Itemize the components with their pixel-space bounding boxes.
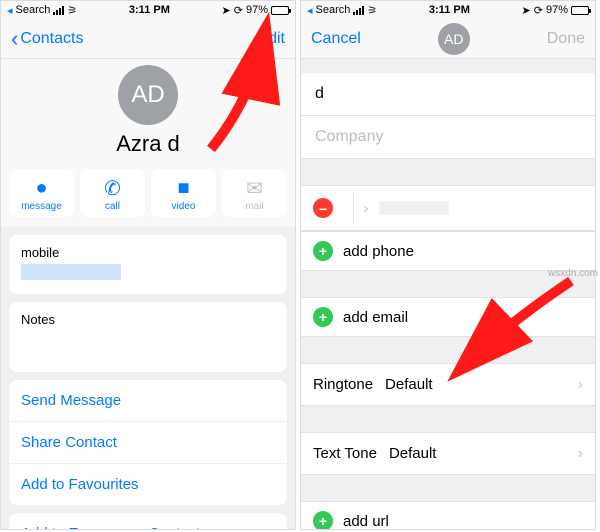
back-to-app-chevron[interactable]: ◂ (7, 4, 13, 17)
done-button[interactable]: Done (547, 30, 585, 48)
contact-header: AD Azra d (1, 59, 295, 169)
status-bar: ◂ Search ⚞ 3:11 PM ➤ ⟳ 97% (1, 1, 295, 19)
ringtone-value: Default (385, 376, 433, 393)
add-phone-label: add phone (343, 243, 414, 260)
edit-contact-screen: ◂ Search ⚞ 3:11 PM ➤ ⟳ 97% Cancel AD Don… (300, 0, 596, 530)
mail-button: ✉ mail (222, 169, 287, 217)
status-time: 3:11 PM (129, 4, 170, 16)
emergency-card: Add to Emergency Contacts (9, 513, 287, 530)
status-time: 3:11 PM (429, 4, 470, 16)
chevron-right-icon: › (364, 200, 369, 217)
last-name-field[interactable]: d (301, 73, 595, 116)
battery-icon (271, 6, 289, 15)
phone-icon: ✆ (80, 177, 145, 199)
rotation-lock-icon: ⟳ (234, 4, 243, 17)
rotation-lock-icon: ⟳ (534, 4, 543, 17)
message-button[interactable]: ● message (9, 169, 74, 217)
share-contact-row[interactable]: Share Contact (9, 421, 287, 463)
texttone-label: Text Tone (313, 445, 377, 462)
edit-button[interactable]: Edit (257, 30, 285, 48)
battery-icon (571, 6, 589, 15)
action-row: ● message ✆ call ■ video ✉ mail (1, 169, 295, 227)
back-label: Contacts (20, 30, 83, 48)
texttone-row[interactable]: Text Tone Default › (301, 432, 595, 475)
notes-card[interactable]: Notes (9, 302, 287, 372)
notes-label: Notes (21, 312, 275, 327)
phone-number-redacted (379, 201, 449, 215)
mobile-label: mobile (21, 245, 275, 260)
nav-bar: Cancel AD Done (301, 19, 595, 59)
back-to-app-label[interactable]: Search (316, 4, 351, 16)
video-label: video (151, 201, 216, 212)
send-message-row[interactable]: Send Message (9, 380, 287, 421)
battery-percent: 97% (246, 4, 268, 16)
cancel-button[interactable]: Cancel (311, 30, 361, 48)
cell-signal-icon (353, 6, 364, 15)
mail-label: mail (222, 201, 287, 212)
mail-icon: ✉ (222, 177, 287, 199)
ringtone-row[interactable]: Ringtone Default › (301, 363, 595, 406)
add-to-favourites-row[interactable]: Add to Favourites (9, 463, 287, 505)
add-icon: + (313, 241, 333, 261)
chevron-right-icon: › (578, 445, 583, 463)
mobile-number-redacted (21, 264, 121, 280)
message-label: message (9, 201, 74, 212)
back-to-app-chevron[interactable]: ◂ (307, 4, 313, 17)
back-to-app-label[interactable]: Search (16, 4, 51, 16)
add-email-row[interactable]: + add email (301, 297, 595, 337)
add-to-emergency-row[interactable]: Add to Emergency Contacts (9, 513, 287, 530)
wifi-icon: ⚞ (367, 4, 377, 17)
phone-card[interactable]: mobile (9, 235, 287, 294)
add-url-label: add url (343, 513, 389, 530)
avatar[interactable]: AD (118, 65, 178, 125)
location-icon: ➤ (222, 4, 231, 17)
add-email-label: add email (343, 309, 408, 326)
actions-card: Send Message Share Contact Add to Favour… (9, 380, 287, 505)
call-label: call (80, 201, 145, 212)
cell-signal-icon (53, 6, 64, 15)
call-button[interactable]: ✆ call (80, 169, 145, 217)
contact-name: Azra d (1, 131, 295, 157)
status-bar: ◂ Search ⚞ 3:11 PM ➤ ⟳ 97% (301, 1, 595, 19)
location-icon: ➤ (522, 4, 531, 17)
existing-phone-row[interactable]: – › (301, 185, 595, 231)
message-icon: ● (9, 177, 74, 199)
video-button[interactable]: ■ video (151, 169, 216, 217)
back-button[interactable]: ‹ Contacts (11, 30, 83, 48)
chevron-left-icon: ‹ (11, 32, 18, 45)
ringtone-label: Ringtone (313, 376, 373, 393)
add-icon: + (313, 511, 333, 530)
chevron-right-icon: › (578, 376, 583, 394)
texttone-value: Default (389, 445, 437, 462)
company-field[interactable]: Company (301, 116, 595, 159)
add-url-row[interactable]: + add url (301, 501, 595, 530)
remove-icon[interactable]: – (313, 198, 333, 218)
watermark: wsxdn.com (548, 268, 598, 282)
avatar[interactable]: AD (438, 23, 470, 55)
add-icon: + (313, 307, 333, 327)
battery-percent: 97% (546, 4, 568, 16)
video-icon: ■ (151, 177, 216, 199)
add-phone-row[interactable]: + add phone (301, 231, 595, 271)
nav-bar: ‹ Contacts Edit (1, 19, 295, 59)
contact-view-screen: ◂ Search ⚞ 3:11 PM ➤ ⟳ 97% ‹ Contacts Ed… (0, 0, 296, 530)
wifi-icon: ⚞ (67, 4, 77, 17)
